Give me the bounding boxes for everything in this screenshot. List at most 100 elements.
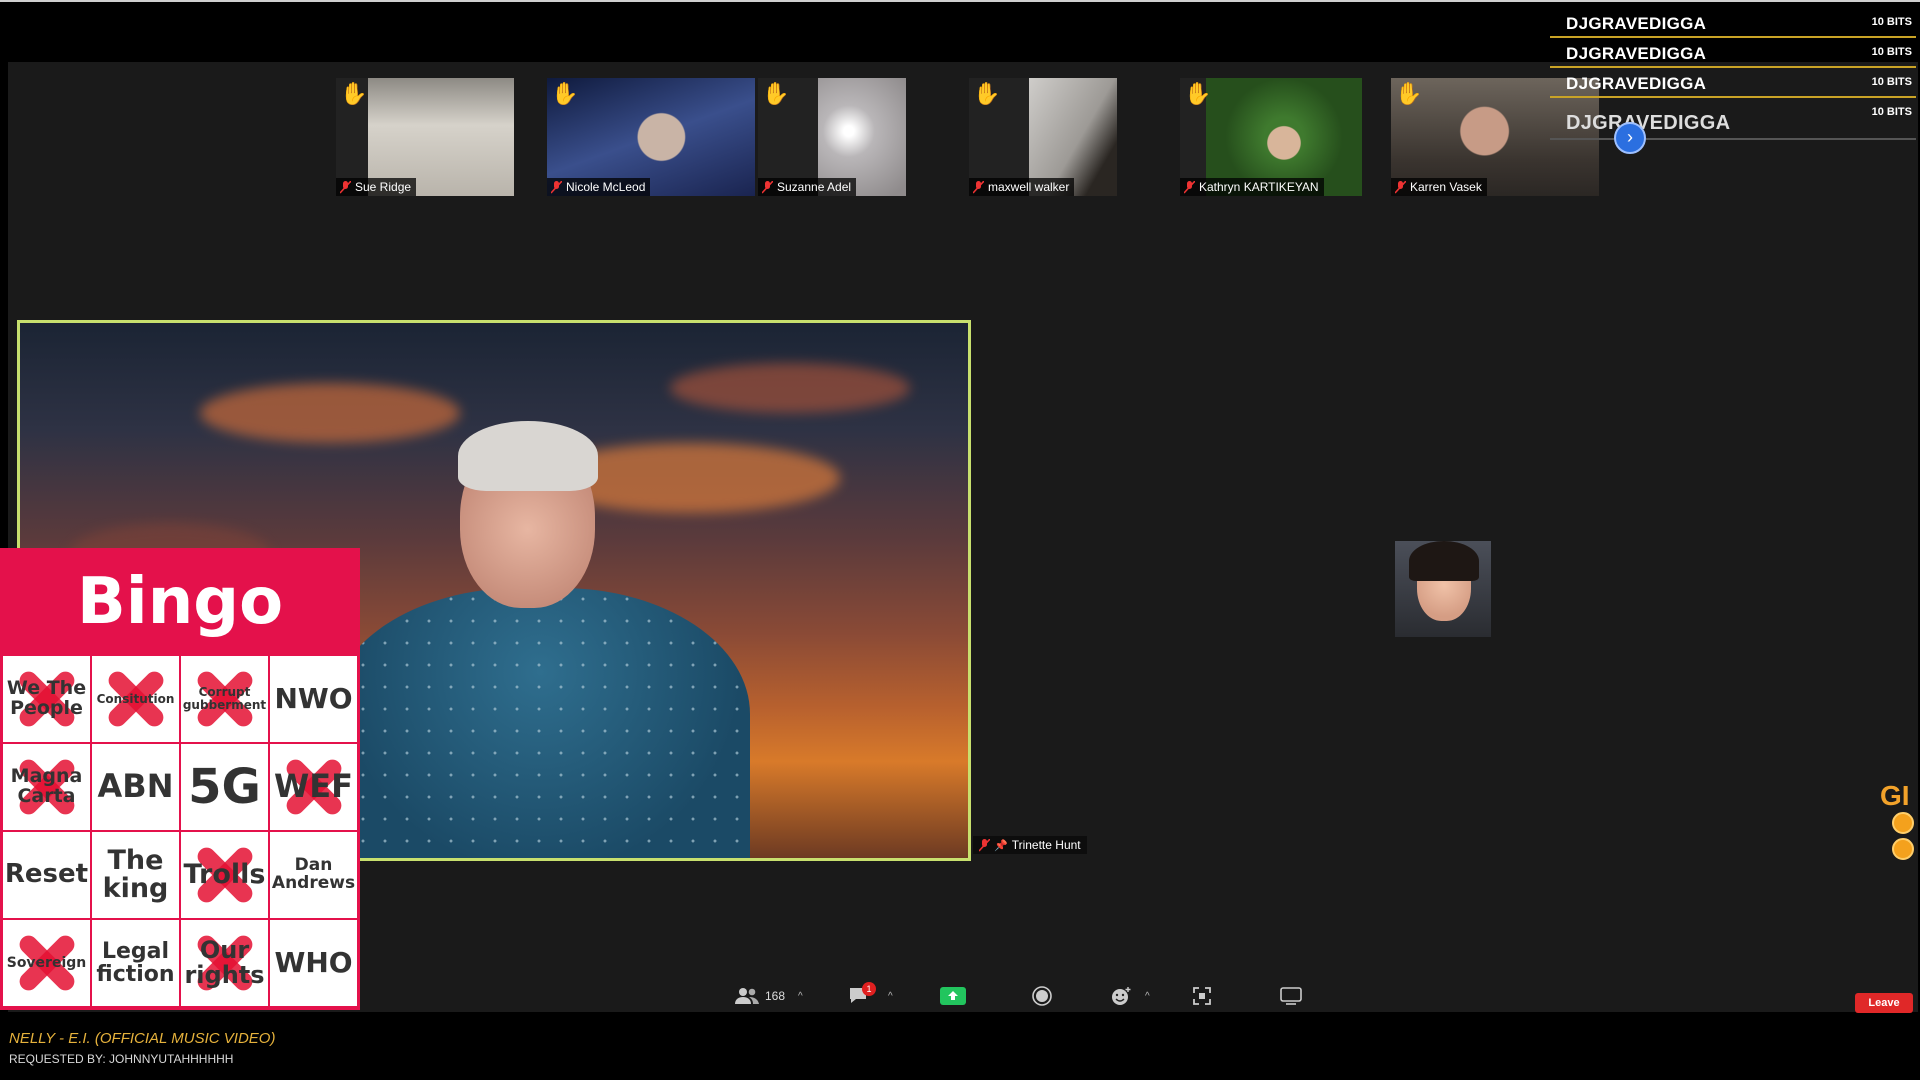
speaker-shirt	[330, 588, 750, 858]
apps-icon	[1193, 987, 1211, 1005]
record-button[interactable]	[1032, 980, 1052, 1012]
bingo-cell-text: Our rights	[184, 935, 265, 989]
mic-muted-icon	[973, 180, 984, 194]
mic-muted-icon	[551, 180, 562, 194]
donor-name: DJGRAVEDIGGA	[1566, 112, 1731, 134]
donation-amount: 10 BITS	[1871, 76, 1912, 88]
donation-amount: 10 BITS	[1871, 16, 1912, 28]
bingo-cell: WHO	[270, 920, 357, 1006]
bingo-cell: Magna Carta	[3, 744, 90, 830]
raised-hand-icon: ✋	[762, 81, 790, 106]
chat-unread-badge: 1	[862, 982, 876, 996]
bingo-cell-text: WHO	[274, 946, 353, 980]
bingo-cell: Reset	[3, 832, 90, 918]
participant-tile[interactable]: ✋ Suzanne Adel	[758, 78, 906, 196]
chat-menu-caret[interactable]: ^	[888, 980, 893, 1012]
raised-hand-icon: ✋	[1184, 81, 1212, 106]
bingo-cell: Consitution	[92, 656, 179, 742]
participant-tile[interactable]: ✋ Nicole McLeod	[547, 78, 755, 196]
mic-muted-icon	[762, 180, 773, 194]
whiteboard-button[interactable]	[1280, 980, 1302, 1012]
reactions-menu-caret[interactable]: ^	[1145, 980, 1150, 1012]
bingo-cell: Trolls	[181, 832, 268, 918]
participant-name-bar: Nicole McLeod	[547, 178, 651, 196]
participant-name-bar: Sue Ridge	[336, 178, 417, 196]
bingo-cell: Sovereign	[3, 920, 90, 1006]
secondary-speaker-hair	[1409, 541, 1479, 581]
share-screen-button[interactable]	[940, 980, 966, 1012]
bingo-cell: Our rights	[181, 920, 268, 1006]
donation-amount: 10 BITS	[1871, 106, 1912, 118]
speaker-hair	[458, 421, 598, 491]
top-divider	[0, 0, 1920, 2]
sky-cloud	[670, 363, 910, 413]
bingo-cell-text: ABN	[97, 767, 174, 806]
raised-hand-icon: ✋	[1395, 81, 1423, 106]
secondary-speaker-name-bar: 📌 Trinette Hunt	[973, 836, 1087, 854]
donor-name: DJGRAVEDIGGA	[1566, 14, 1707, 33]
participant-tile[interactable]: ✋ maxwell walker	[969, 78, 1117, 196]
chat-icon: 1	[848, 982, 876, 1006]
whiteboard-icon	[1280, 987, 1302, 1005]
participant-name-bar: maxwell walker	[969, 178, 1075, 196]
record-icon	[1032, 986, 1052, 1006]
coin-icon	[1892, 838, 1914, 860]
donation-row: DJGRAVEDIGGA 10 BITS	[1550, 38, 1916, 68]
participant-name: Nicole McLeod	[566, 180, 646, 194]
bingo-cell-text: Corrupt gubberment	[182, 685, 267, 712]
gift-animation: GI	[1880, 780, 1920, 880]
participant-name: maxwell walker	[988, 180, 1070, 194]
bingo-cell-text: Sovereign	[6, 954, 87, 971]
coin-icon	[1892, 812, 1914, 834]
chat-button[interactable]: 1	[848, 980, 876, 1012]
bingo-cell: Dan Andrews	[270, 832, 357, 918]
participant-name: Karren Vasek	[1410, 180, 1482, 194]
bingo-cell-text: Trolls	[183, 858, 266, 890]
bingo-cell: Corrupt gubberment	[181, 656, 268, 742]
participant-name-bar: Suzanne Adel	[758, 178, 857, 196]
reactions-icon	[1112, 987, 1131, 1005]
participant-name: Trinette Hunt	[1011, 838, 1081, 852]
donation-row: DJGRAVEDIGGA 10 BITS	[1550, 98, 1916, 140]
bingo-cell-text: The king	[102, 844, 169, 904]
leave-button[interactable]: Leave	[1855, 993, 1913, 1013]
raised-hand-icon: ✋	[551, 81, 579, 106]
participant-tile[interactable]: ✋ Sue Ridge	[336, 78, 514, 196]
bingo-cell: Legal fiction	[92, 920, 179, 1006]
participant-name-bar: Kathryn KARTIKEYAN	[1180, 178, 1324, 196]
bingo-cell: ABN	[92, 744, 179, 830]
bingo-grid: We The People Consitution Corrupt gubber…	[3, 656, 357, 1006]
participant-tile[interactable]: ✋ Kathryn KARTIKEYAN	[1180, 78, 1362, 196]
mic-muted-icon	[340, 180, 351, 194]
participant-name: Suzanne Adel	[777, 180, 852, 194]
raised-hand-icon: ✋	[340, 81, 368, 106]
chevron-up-icon: ^	[1145, 990, 1150, 1002]
now-playing-title: NELLY - E.I. (OFFICIAL MUSIC VIDEO)	[9, 1030, 276, 1047]
mic-muted-icon	[979, 838, 990, 852]
share-screen-icon	[940, 987, 966, 1005]
bingo-cell: We The People	[3, 656, 90, 742]
bingo-cell-text: We The People	[6, 677, 87, 719]
participants-count: 168	[765, 989, 786, 1003]
apps-button[interactable]	[1192, 980, 1212, 1012]
forward-arrow-icon[interactable]: ›	[1614, 122, 1646, 154]
participants-icon	[735, 988, 759, 1004]
secondary-speaker-video[interactable]	[1395, 541, 1491, 637]
donation-amount: 10 BITS	[1871, 46, 1912, 58]
bingo-cell-text: Legal fiction	[96, 938, 175, 987]
bingo-card: Bingo We The People Consitution Corrupt …	[0, 548, 360, 1010]
bingo-cell-text: Consitution	[96, 691, 175, 706]
bingo-cell-text: NWO	[274, 682, 353, 716]
participants-button[interactable]: 168	[735, 980, 785, 1012]
bingo-cell-text: Reset	[4, 859, 89, 890]
reactions-button[interactable]	[1110, 980, 1132, 1012]
chevron-up-icon: ^	[888, 990, 893, 1002]
bingo-cell: WEF	[270, 744, 357, 830]
requested-by: REQUESTED BY: JOHNNYUTAHHHHHH	[9, 1052, 234, 1066]
donor-name: DJGRAVEDIGGA	[1566, 74, 1707, 93]
mic-muted-icon	[1395, 180, 1406, 194]
bingo-cell: NWO	[270, 656, 357, 742]
participants-menu-caret[interactable]: ^	[798, 980, 803, 1012]
bingo-cell-text: 5G	[188, 758, 261, 815]
chevron-up-icon: ^	[798, 990, 803, 1002]
